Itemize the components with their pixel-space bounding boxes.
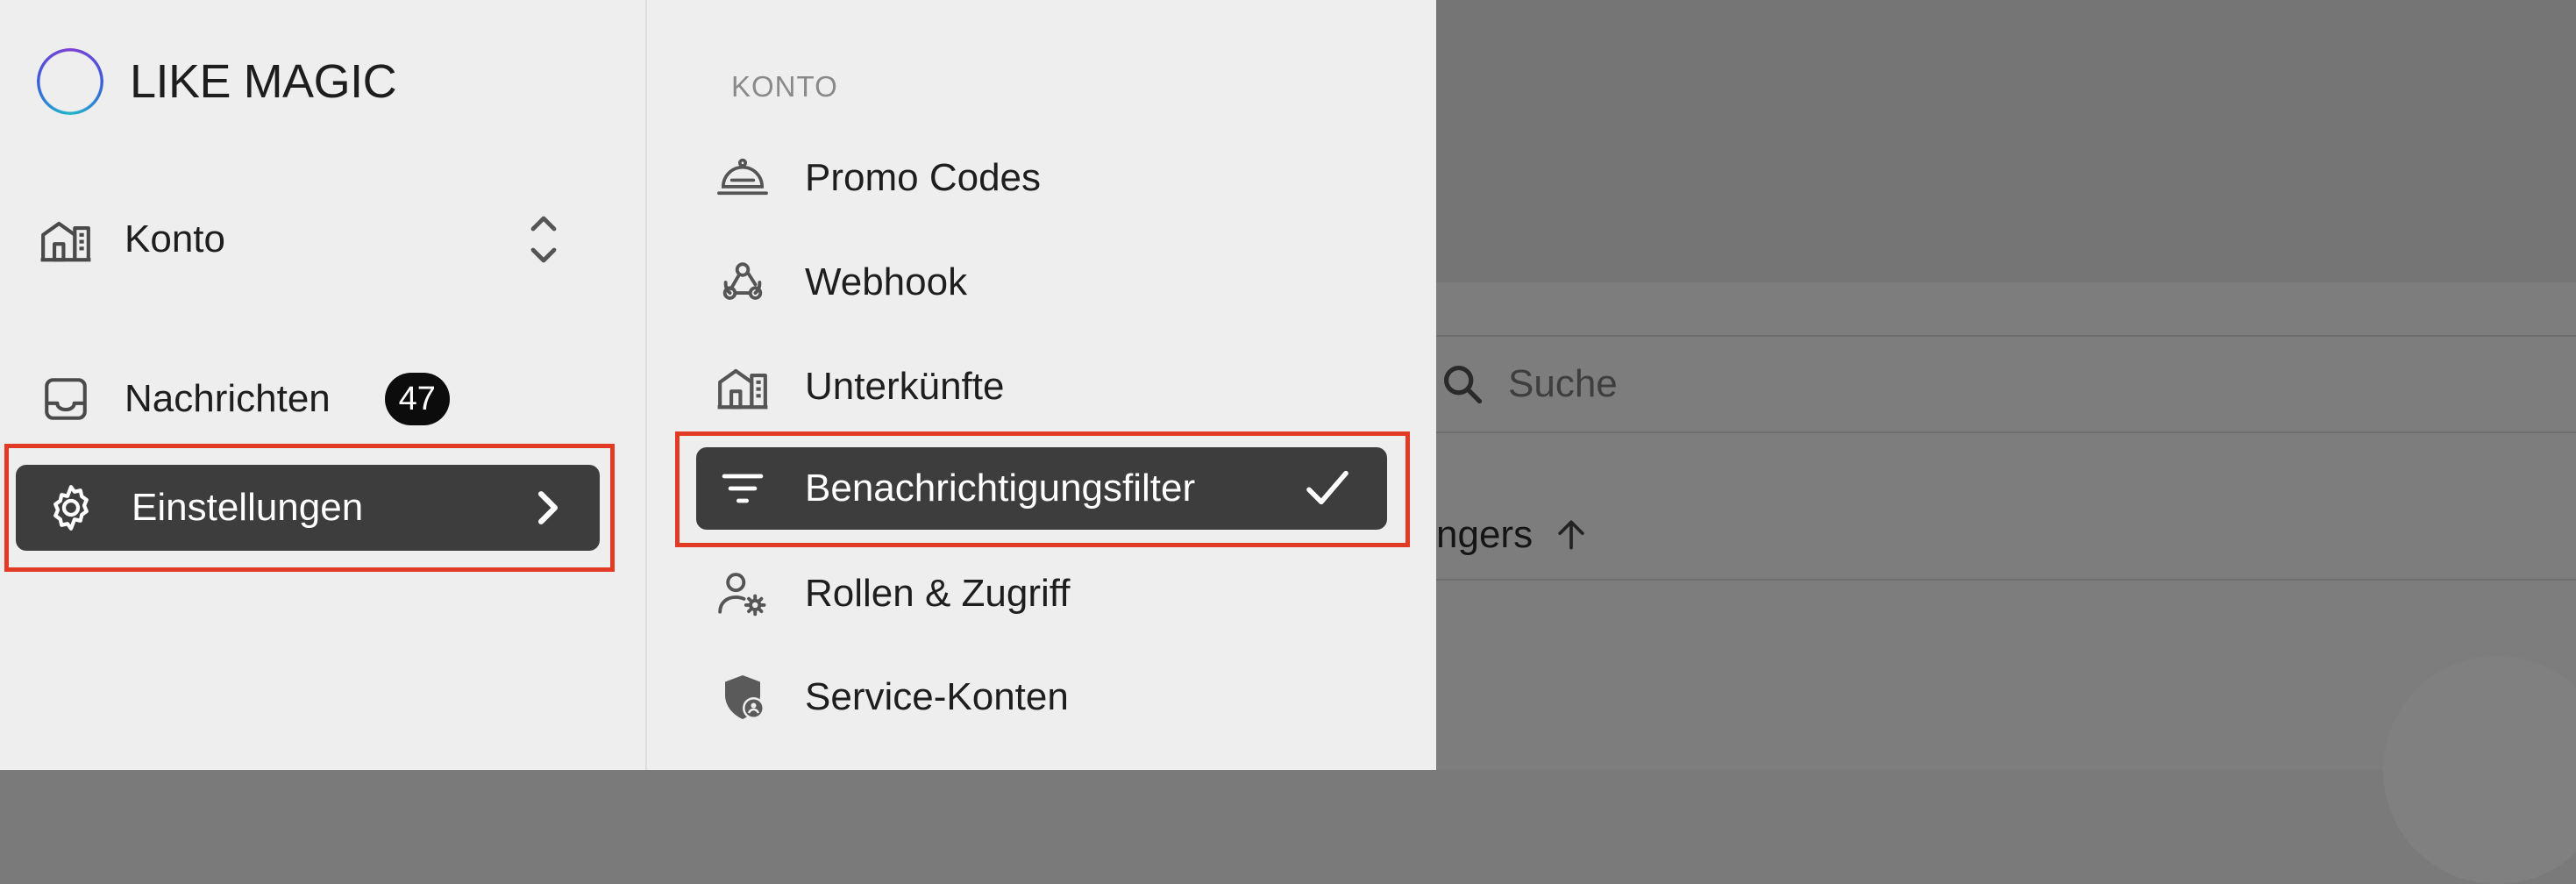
filter-icon <box>712 458 773 519</box>
submenu-item-label: Service-Konten <box>805 675 1069 718</box>
submenu-item-accommodations[interactable]: Unterkünfte <box>712 352 1378 422</box>
sidebar-item-messages[interactable]: Nachrichten 47 <box>0 368 450 430</box>
submenu-item-service-accounts[interactable]: Service-Konten <box>712 662 1378 732</box>
building-icon <box>35 209 96 270</box>
sidebar-item-label: Einstellungen <box>132 486 364 529</box>
search-input[interactable]: Suche <box>1508 362 1618 406</box>
logo[interactable]: LIKE MAGIC <box>37 48 397 115</box>
submenu-item-label: Webhook <box>805 260 968 303</box>
sidebar: LIKE MAGIC Konto Nachrichten 47 Einstell… <box>0 0 645 770</box>
messages-count-badge: 47 <box>384 373 450 425</box>
chevron-up-down-icon[interactable] <box>528 210 559 278</box>
search-bar[interactable]: Suche <box>1436 335 2576 433</box>
bell-icon <box>712 147 773 209</box>
logo-text: LIKE MAGIC <box>130 55 397 108</box>
sidebar-item-settings[interactable]: Einstellungen <box>16 465 600 551</box>
account-label: Konto <box>125 217 225 260</box>
column-header-label: ngers <box>1436 513 1534 556</box>
building-icon <box>712 356 773 417</box>
submenu-item-label: Rollen & Zugriff <box>805 572 1071 615</box>
sort-up-arrow-icon[interactable] <box>1552 516 1590 554</box>
submenu-item-label: Benachrichtigungsfilter <box>805 467 1196 510</box>
submenu-item-label: Promo Codes <box>805 156 1042 199</box>
submenu-item-notification-filter[interactable]: Benachrichtigungsfilter <box>696 447 1387 530</box>
account-switcher[interactable]: Konto <box>0 209 614 270</box>
search-icon <box>1436 358 1489 410</box>
user-gear-icon <box>712 563 773 624</box>
webhook-icon <box>712 252 773 313</box>
inbox-icon <box>35 368 96 430</box>
submenu-item-label: Unterkünfte <box>805 365 1005 408</box>
submenu-section-title: KONTO <box>731 70 838 103</box>
main-content-overlay: Suche ngers <box>1436 0 2576 884</box>
submenu-item-webhook[interactable]: Webhook <box>712 247 1378 317</box>
shield-user-icon <box>712 667 773 728</box>
chevron-right-icon <box>535 489 561 536</box>
checkmark-icon <box>1303 465 1352 520</box>
submenu-item-roles-access[interactable]: Rollen & Zugriff <box>712 559 1378 629</box>
sidebar-item-label: Nachrichten <box>125 377 331 420</box>
submenu-item-promo-codes[interactable]: Promo Codes <box>712 143 1378 213</box>
gear-icon <box>40 477 102 538</box>
logo-ring-icon <box>37 48 103 115</box>
main-header-band <box>1436 0 2576 282</box>
column-header[interactable]: ngers <box>1436 491 2576 581</box>
